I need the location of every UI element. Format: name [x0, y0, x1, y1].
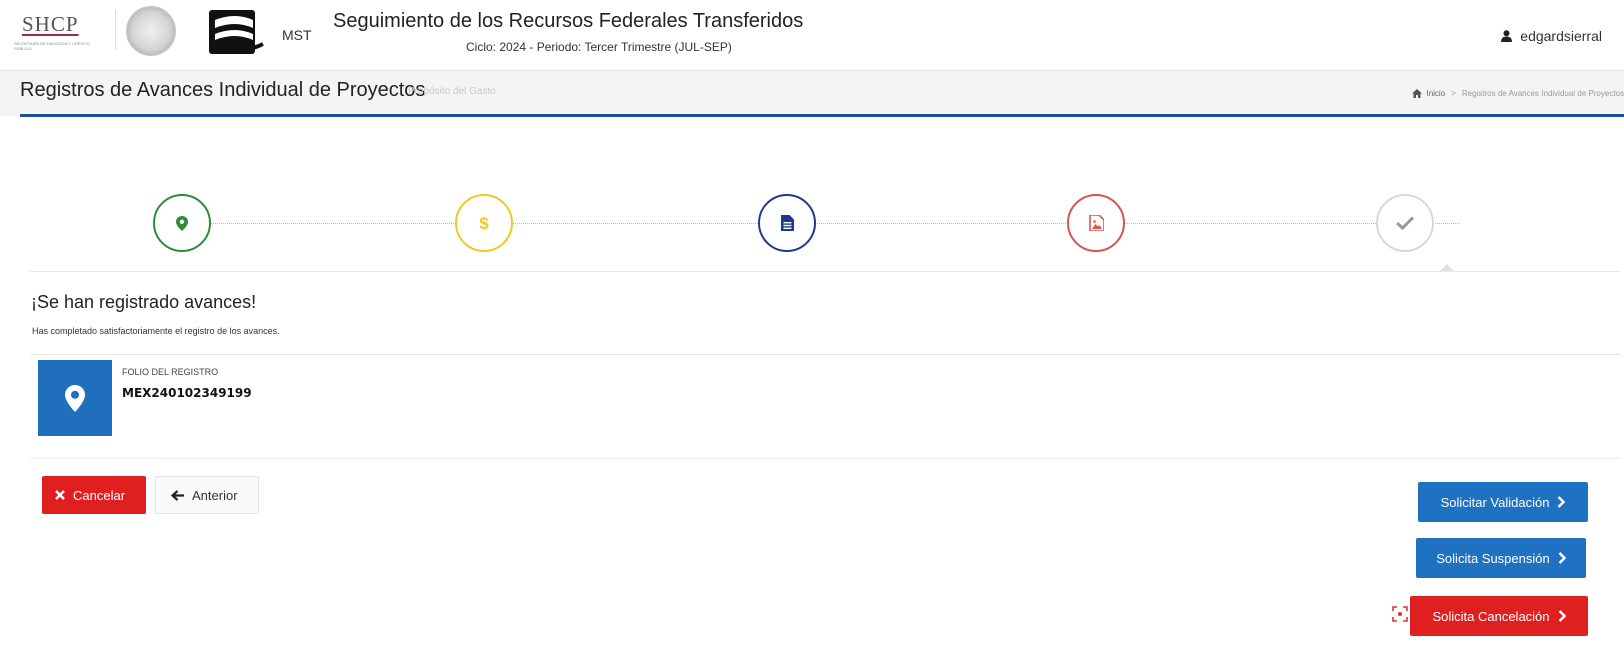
request-validation-label: Solicitar Validación [1440, 494, 1550, 510]
map-marker-icon [176, 215, 188, 231]
focus-frame-icon [1392, 606, 1408, 622]
cancel-button[interactable]: Cancelar [42, 476, 146, 514]
arrow-left-icon [171, 489, 184, 501]
dollar-icon: $ [479, 214, 489, 232]
check-icon [1396, 216, 1414, 230]
wizard-steps: $ [0, 190, 1624, 252]
request-suspension-label: Solicita Suspensión [1436, 550, 1550, 566]
breadcrumb-home[interactable]: Inicio [1412, 89, 1445, 98]
heading-rule [20, 114, 1624, 117]
home-icon [1412, 89, 1423, 98]
folio-value: MEX240102349199 [122, 386, 252, 400]
chevron-right-icon [1558, 496, 1566, 508]
cancel-button-label: Cancelar [73, 487, 126, 503]
steps-divider [30, 271, 1620, 272]
page-subtitle: Propósito del Gasto [408, 86, 496, 97]
cycle-period: Ciclo: 2024 - Periodo: Tercer Trimestre … [466, 40, 732, 54]
mst-logo-icon [209, 10, 264, 54]
page-title: Registros de Avances Individual de Proye… [20, 79, 426, 101]
breadcrumb-separator: > [1451, 89, 1456, 98]
image-icon [1088, 215, 1104, 231]
org-subtitle: SECRETARÍA DE HACIENDA Y CRÉDITO PÚBLICO [14, 41, 90, 51]
shcp-logo: SHCP SECRETARÍA DE HACIENDA Y CRÉDITO PÚ… [14, 12, 106, 58]
step-evidence[interactable] [1067, 194, 1125, 252]
previous-button[interactable]: Anterior [155, 476, 259, 514]
request-validation-button[interactable]: Solicitar Validación [1418, 482, 1588, 522]
top-header: SHCP SECRETARÍA DE HACIENDA Y CRÉDITO PÚ… [0, 0, 1624, 70]
previous-button-label: Anterior [192, 487, 238, 503]
result-divider [30, 354, 1620, 355]
breadcrumb-current: Registros de Avances Individual de Proye… [1461, 89, 1624, 98]
step-location[interactable] [153, 194, 211, 252]
breadcrumb: Inicio > Registros de Avances Individual… [1412, 89, 1624, 98]
chevron-right-icon [1558, 610, 1566, 622]
request-cancellation-label: Solicita Cancelación [1432, 608, 1550, 624]
success-message: Has completado satisfactoriamente el reg… [32, 326, 280, 336]
national-seal-icon [126, 6, 176, 56]
page-heading: Registros de Avances Individual de Proye… [0, 70, 1624, 116]
document-icon [780, 215, 794, 231]
chevron-right-icon [1558, 552, 1566, 564]
folio-badge [38, 360, 112, 436]
system-abbr: MST [282, 27, 312, 43]
folio-label: FOLIO DEL REGISTRO [122, 367, 219, 377]
step-amount[interactable]: $ [455, 194, 513, 252]
logo-divider [115, 10, 116, 50]
request-cancellation-button[interactable]: Solicita Cancelación [1410, 596, 1588, 636]
username: edgardsierral [1520, 28, 1602, 44]
svg-text:$: $ [479, 214, 489, 232]
user-menu[interactable]: edgardsierral [1501, 28, 1602, 44]
steps-connector [190, 223, 1460, 224]
success-title: ¡Se han registrado avances! [31, 292, 257, 312]
folio-divider [30, 458, 1620, 459]
user-icon [1501, 30, 1513, 42]
org-name: SHCP [22, 12, 79, 36]
app-title: Seguimiento de los Recursos Federales Tr… [333, 10, 804, 32]
step-document[interactable] [758, 194, 816, 252]
map-marker-icon [65, 384, 85, 412]
breadcrumb-home-label: Inicio [1426, 89, 1446, 98]
close-icon [55, 490, 65, 500]
active-step-caret [1440, 264, 1454, 271]
step-confirm[interactable] [1376, 194, 1434, 252]
request-suspension-button[interactable]: Solicita Suspensión [1416, 538, 1586, 578]
